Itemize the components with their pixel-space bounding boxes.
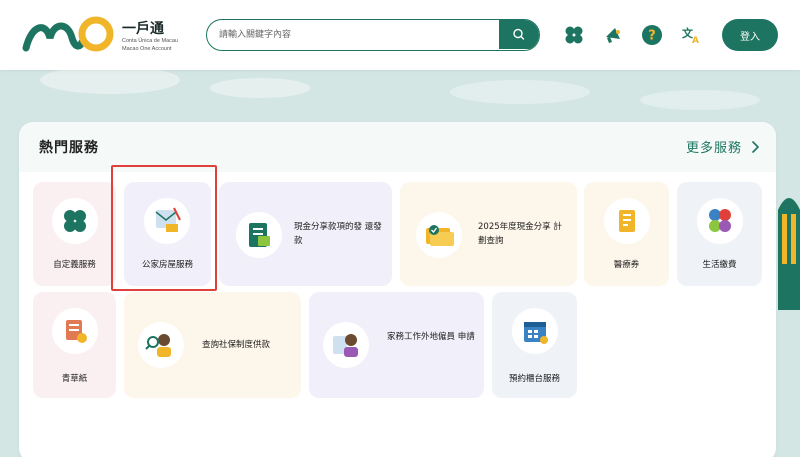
megaphone-icon[interactable]	[601, 23, 625, 47]
service-tile-bill-payment[interactable]: 生活繳費	[677, 182, 762, 286]
more-services-link[interactable]: 更多服務	[686, 137, 760, 156]
service-tile-custom[interactable]: 自定義服務	[33, 182, 116, 286]
service-tile-social-security[interactable]: 查詢社保制度供款	[124, 292, 301, 398]
service-tile-domestic-worker[interactable]: 家務工作外地僱員 申請	[309, 292, 484, 398]
service-tile-certificate[interactable]: 青草紙	[33, 292, 116, 398]
tile-label: 預約櫃台服務	[508, 374, 560, 384]
service-tile-counter-booking[interactable]: 預約櫃台服務	[492, 292, 577, 398]
tile-label: 自定義服務	[53, 260, 96, 270]
search-icon	[513, 28, 525, 40]
service-tile-cash-refund[interactable]: 現金分享款項的發 還發款	[219, 182, 392, 286]
clover-icon	[52, 198, 98, 244]
logo-subtitle-pt: Conta Única de Macau	[122, 38, 178, 44]
logo-subtitle-en: Macao One Account	[122, 46, 172, 52]
service-tile-medical-voucher[interactable]: 醫療券	[584, 182, 669, 286]
tile-label: 家務工作外地僱員 申請	[387, 332, 475, 342]
login-button[interactable]: 登入	[722, 19, 778, 51]
bill-payment-icon	[697, 198, 743, 244]
tile-label: 查詢社保制度供款	[202, 340, 271, 350]
tile-label: 醫療券	[613, 260, 640, 270]
macao-one-account-logo-mark	[22, 16, 114, 52]
cash-document-icon	[236, 212, 282, 258]
calendar-icon	[512, 308, 558, 354]
cash-check-icon	[416, 212, 462, 258]
social-security-icon	[138, 322, 184, 368]
search-bar	[206, 19, 540, 51]
domestic-worker-icon	[323, 322, 369, 368]
background-building	[778, 198, 800, 310]
grid-icon[interactable]	[562, 23, 586, 47]
help-icon[interactable]: ?	[640, 23, 664, 47]
search-button[interactable]	[499, 20, 539, 49]
highlight-box	[111, 165, 217, 291]
service-tile-cash-sharing-2025[interactable]: 2025年度現金分享 計劃查詢	[400, 182, 577, 286]
svg-text:A: A	[692, 36, 699, 46]
panel-title: 熱門服務	[39, 140, 99, 156]
chevron-right-icon	[752, 140, 759, 153]
tile-label: 現金分享款項的發 還發款	[294, 222, 382, 246]
tile-label: 青草紙	[61, 374, 88, 384]
top-header: 一戶通 Conta Única de Macau Macao One Accou…	[0, 0, 800, 70]
tile-label: 生活繳費	[702, 260, 737, 270]
certificate-icon	[52, 308, 98, 354]
tile-label: 2025年度現金分享 計劃查詢	[478, 222, 562, 246]
site-logo[interactable]: 一戶通 Conta Única de Macau Macao One Accou…	[20, 12, 220, 58]
logo-title: 一戶通	[122, 21, 164, 37]
svg-text:?: ?	[648, 29, 656, 44]
more-services-label: 更多服務	[685, 141, 742, 156]
medical-voucher-icon	[604, 198, 650, 244]
search-input[interactable]	[219, 20, 495, 49]
translate-icon[interactable]: 文 A	[679, 23, 703, 47]
